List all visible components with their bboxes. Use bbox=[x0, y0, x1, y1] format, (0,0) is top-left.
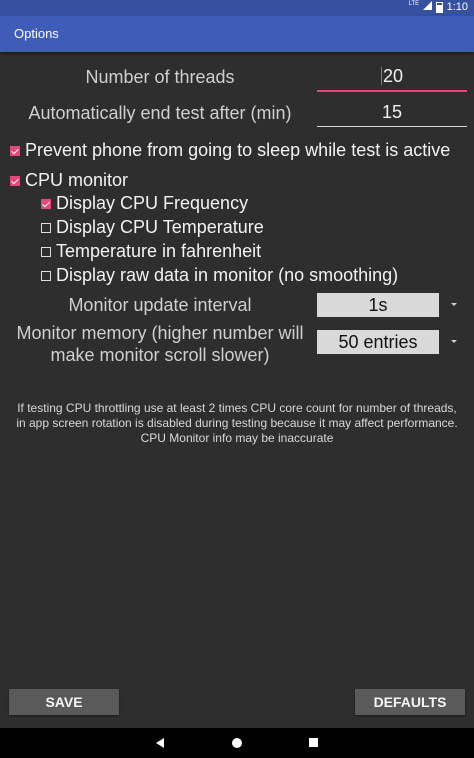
text-cursor bbox=[380, 67, 382, 85]
status-time: 1:10 bbox=[446, 1, 468, 13]
memory-value: 50 entries bbox=[338, 332, 418, 352]
fahrenheit-checkbox-row[interactable]: Temperature in fahrenheit bbox=[41, 241, 261, 262]
fahrenheit-label: Temperature in fahrenheit bbox=[56, 241, 262, 261]
display-frequency-label: Display CPU Frequency bbox=[56, 193, 249, 213]
info-text: If testing CPU throttling use at least 2… bbox=[6, 401, 468, 446]
display-frequency-checkbox[interactable] bbox=[41, 198, 51, 209]
fahrenheit-checkbox[interactable] bbox=[41, 246, 51, 257]
page-title: Options bbox=[14, 26, 59, 41]
network-type: LTE bbox=[408, 1, 420, 7]
status-icons: LTE 1:10 bbox=[409, 1, 468, 13]
info-line1: If testing CPU throttling use at least 2… bbox=[17, 401, 457, 415]
auto-end-input[interactable]: 15 bbox=[317, 102, 467, 127]
battery-icon bbox=[435, 1, 443, 13]
dropdown-arrow-icon[interactable] bbox=[451, 340, 457, 343]
status-bar: LTE 1:10 bbox=[0, 0, 474, 16]
threads-label: Number of threads bbox=[85, 67, 235, 87]
info-line3: CPU Monitor info may be inaccurate bbox=[140, 431, 334, 445]
home-icon[interactable] bbox=[232, 738, 242, 748]
dropdown-arrow-icon[interactable] bbox=[451, 303, 457, 306]
threads-input[interactable]: 20 bbox=[317, 66, 467, 92]
display-temperature-checkbox-row[interactable]: Display CPU Temperature bbox=[41, 217, 264, 238]
raw-data-checkbox[interactable] bbox=[41, 270, 51, 281]
info-line2: in app screen rotation is disabled durin… bbox=[16, 416, 458, 430]
memory-label: Monitor memory (higher number will make … bbox=[10, 322, 310, 366]
display-temperature-label: Display CPU Temperature bbox=[56, 217, 264, 237]
update-interval-label: Monitor update interval bbox=[68, 295, 252, 315]
raw-data-checkbox-row[interactable]: Display raw data in monitor (no smoothin… bbox=[41, 265, 398, 286]
auto-end-label: Automatically end test after (min) bbox=[28, 103, 292, 123]
raw-data-label: Display raw data in monitor (no smoothin… bbox=[56, 265, 399, 285]
cpu-monitor-label: CPU monitor bbox=[25, 170, 129, 190]
defaults-button[interactable]: DEFAULTS bbox=[355, 689, 465, 715]
save-button[interactable]: SAVE bbox=[9, 689, 119, 715]
app-bar: Options bbox=[0, 16, 474, 52]
auto-end-value: 15 bbox=[381, 102, 403, 122]
update-interval-dropdown[interactable]: 1s bbox=[317, 293, 439, 317]
cpu-monitor-checkbox[interactable] bbox=[10, 175, 20, 186]
threads-value: 20 bbox=[382, 66, 404, 86]
display-frequency-checkbox-row[interactable]: Display CPU Frequency bbox=[41, 193, 248, 214]
display-temperature-checkbox[interactable] bbox=[41, 222, 51, 233]
prevent-sleep-checkbox-row[interactable]: Prevent phone from going to sleep while … bbox=[10, 140, 450, 161]
memory-label-line2: make monitor scroll slower) bbox=[50, 345, 270, 365]
lte-signal-icon: LTE bbox=[409, 1, 432, 13]
recents-icon[interactable] bbox=[309, 738, 318, 747]
update-interval-value: 1s bbox=[368, 295, 388, 315]
memory-dropdown[interactable]: 50 entries bbox=[317, 330, 439, 354]
prevent-sleep-checkbox[interactable] bbox=[10, 145, 20, 156]
cpu-monitor-checkbox-row[interactable]: CPU monitor bbox=[10, 170, 128, 191]
back-icon[interactable] bbox=[156, 738, 164, 748]
navigation-bar bbox=[0, 728, 474, 758]
memory-label-line1: Monitor memory (higher number will bbox=[16, 323, 304, 343]
prevent-sleep-label: Prevent phone from going to sleep while … bbox=[25, 140, 451, 160]
